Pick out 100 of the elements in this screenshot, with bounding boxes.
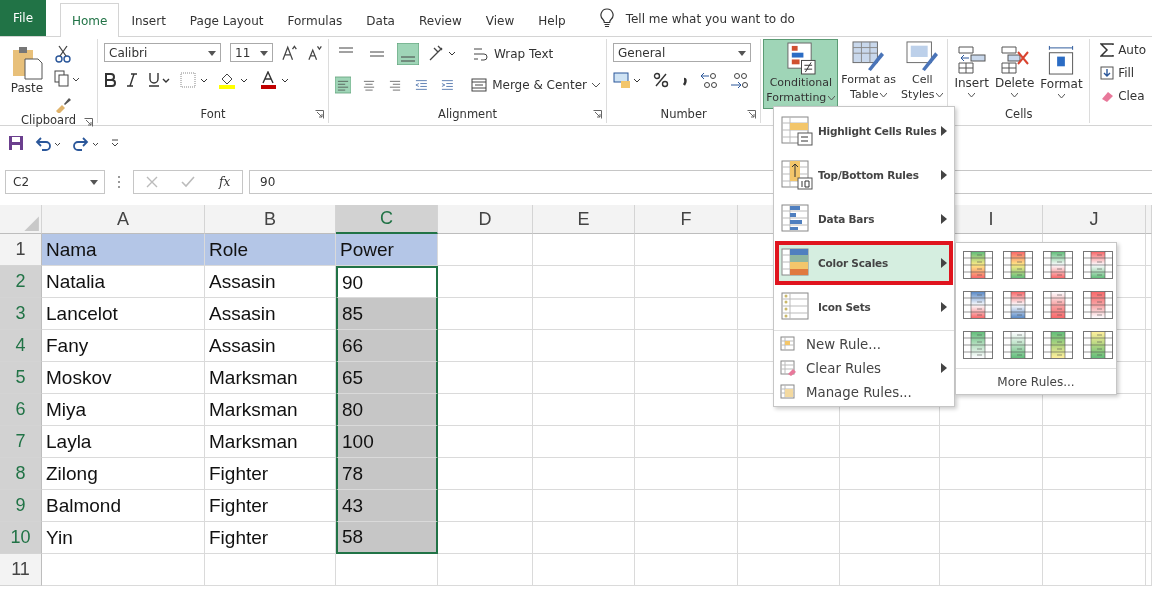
- column-header[interactable]: F: [635, 205, 738, 234]
- ribbon-tab[interactable]: View: [473, 4, 527, 36]
- ribbon-tab[interactable]: Help: [526, 4, 578, 36]
- color-scale-option[interactable]: [1043, 251, 1073, 279]
- menu-item[interactable]: Color Scales: [775, 241, 953, 285]
- table-cell: Role: [205, 234, 336, 266]
- table-cell: Layla: [42, 426, 205, 458]
- bold-icon[interactable]: [104, 73, 116, 87]
- group-label: Cells: [1005, 107, 1033, 121]
- column-header[interactable]: C: [336, 205, 438, 234]
- row-header[interactable]: 1: [0, 234, 42, 266]
- name-box[interactable]: C2: [5, 170, 105, 194]
- menu-item[interactable]: Icon Sets: [775, 285, 953, 329]
- table-cell: 58: [336, 522, 438, 554]
- format-cells-button[interactable]: Format: [1040, 43, 1083, 105]
- row-header[interactable]: 4: [0, 330, 42, 362]
- column-header[interactable]: E: [533, 205, 635, 234]
- column-header[interactable]: A: [42, 205, 205, 234]
- caret-icon: [1011, 93, 1019, 98]
- color-scale-option[interactable]: [1083, 291, 1113, 319]
- italic-icon[interactable]: [126, 73, 138, 87]
- merge-center-button[interactable]: Merge & Center: [471, 77, 600, 93]
- insert-function-button[interactable]: fx: [219, 175, 231, 189]
- percent-icon[interactable]: [653, 72, 669, 88]
- conditional-formatting-button[interactable]: Conditional Formatting: [763, 39, 839, 109]
- align-left-icon[interactable]: [335, 74, 352, 96]
- row-header[interactable]: 8: [0, 458, 42, 490]
- cut-icon[interactable]: [54, 45, 72, 63]
- currency-icon[interactable]: [613, 71, 643, 89]
- fill-color-icon[interactable]: [218, 71, 250, 89]
- copy-icon[interactable]: [54, 70, 80, 88]
- table-cell: Miya: [42, 394, 205, 426]
- menu-item[interactable]: Manage Rules...: [775, 380, 953, 404]
- redo-icon[interactable]: [72, 135, 100, 151]
- color-scale-option[interactable]: [1083, 331, 1113, 359]
- highlight-rules-icon: [781, 116, 813, 146]
- row-header[interactable]: 10: [0, 522, 42, 554]
- shrink-font-icon[interactable]: [306, 44, 322, 61]
- row-header[interactable]: 6: [0, 394, 42, 426]
- table-brush-icon: [852, 41, 886, 72]
- dialog-launcher-icon[interactable]: [315, 110, 324, 119]
- paste-button[interactable]: Paste: [6, 43, 48, 98]
- grow-font-icon[interactable]: [282, 44, 298, 61]
- menu-item[interactable]: Highlight Cells Rules: [775, 109, 953, 153]
- font-name-field[interactable]: Calibri: [104, 43, 221, 62]
- caret-icon: [828, 95, 836, 101]
- ribbon-tab[interactable]: Data: [354, 4, 407, 36]
- row-header[interactable]: 7: [0, 426, 42, 458]
- more-rules-item[interactable]: More Rules...: [956, 370, 1116, 394]
- file-tab[interactable]: File: [0, 0, 46, 36]
- decrease-decimal-icon[interactable]: [729, 71, 749, 89]
- row-header[interactable]: 5: [0, 362, 42, 394]
- number-format-field[interactable]: General: [613, 43, 751, 62]
- color-scale-option[interactable]: [963, 251, 993, 279]
- drag-handle-icon[interactable]: [117, 175, 121, 189]
- row-header[interactable]: 9: [0, 490, 42, 522]
- autosum-button[interactable]: Auto: [1100, 43, 1146, 57]
- fill-button[interactable]: Fill: [1100, 66, 1146, 80]
- color-scale-option[interactable]: [1003, 291, 1033, 319]
- dialog-launcher-icon[interactable]: [84, 118, 93, 127]
- increase-decimal-icon[interactable]: [699, 71, 719, 89]
- column-header[interactable]: J: [1043, 205, 1146, 234]
- caret-icon: [592, 82, 600, 88]
- dropdown-arrow-icon: [208, 51, 216, 56]
- tell-me-search[interactable]: Tell me what you want to do: [625, 12, 795, 26]
- color-scale-option[interactable]: [1003, 251, 1033, 279]
- menu-item[interactable]: Clear Rules: [775, 356, 953, 380]
- ribbon-tab[interactable]: Review: [406, 4, 474, 36]
- column-header[interactable]: D: [438, 205, 533, 234]
- row-header[interactable]: 11: [0, 554, 42, 586]
- row-header[interactable]: 2: [0, 266, 42, 298]
- save-icon[interactable]: [8, 135, 24, 151]
- ribbon-tab[interactable]: Page Layout: [177, 4, 276, 36]
- dialog-launcher-icon[interactable]: [593, 110, 602, 119]
- clear-button[interactable]: Clea: [1100, 89, 1146, 103]
- table-cell: Balmond: [42, 490, 205, 522]
- customize-toolbar-icon[interactable]: [110, 138, 120, 148]
- delete-cells-button[interactable]: Delete: [994, 43, 1035, 105]
- color-scale-option[interactable]: [1043, 291, 1073, 319]
- color-scale-option[interactable]: [1003, 331, 1033, 359]
- color-scale-option[interactable]: [963, 331, 993, 359]
- format-painter-icon[interactable]: [54, 95, 72, 113]
- menu-item[interactable]: New Rule...: [775, 332, 953, 356]
- ribbon-tab[interactable]: Formulas: [275, 4, 355, 36]
- ribbon-tab[interactable]: Insert: [119, 4, 178, 36]
- color-scale-option[interactable]: [1083, 251, 1113, 279]
- dialog-launcher-icon[interactable]: [747, 110, 757, 119]
- table-cell: Yin: [42, 522, 205, 554]
- undo-icon[interactable]: [34, 135, 62, 151]
- wrap-text-button[interactable]: Wrap Text: [473, 46, 554, 62]
- table-cell: Moskov: [42, 362, 205, 394]
- delete-cells-icon: [999, 45, 1030, 74]
- font-size-field[interactable]: 11: [230, 43, 274, 62]
- color-scale-option[interactable]: [1043, 331, 1073, 359]
- row-header[interactable]: 3: [0, 298, 42, 330]
- column-header[interactable]: B: [205, 205, 336, 234]
- underline-icon[interactable]: [148, 72, 170, 88]
- insert-cells-button[interactable]: Insert: [954, 43, 989, 105]
- color-scale-option[interactable]: [963, 291, 993, 319]
- ribbon-tab[interactable]: Home: [60, 3, 120, 37]
